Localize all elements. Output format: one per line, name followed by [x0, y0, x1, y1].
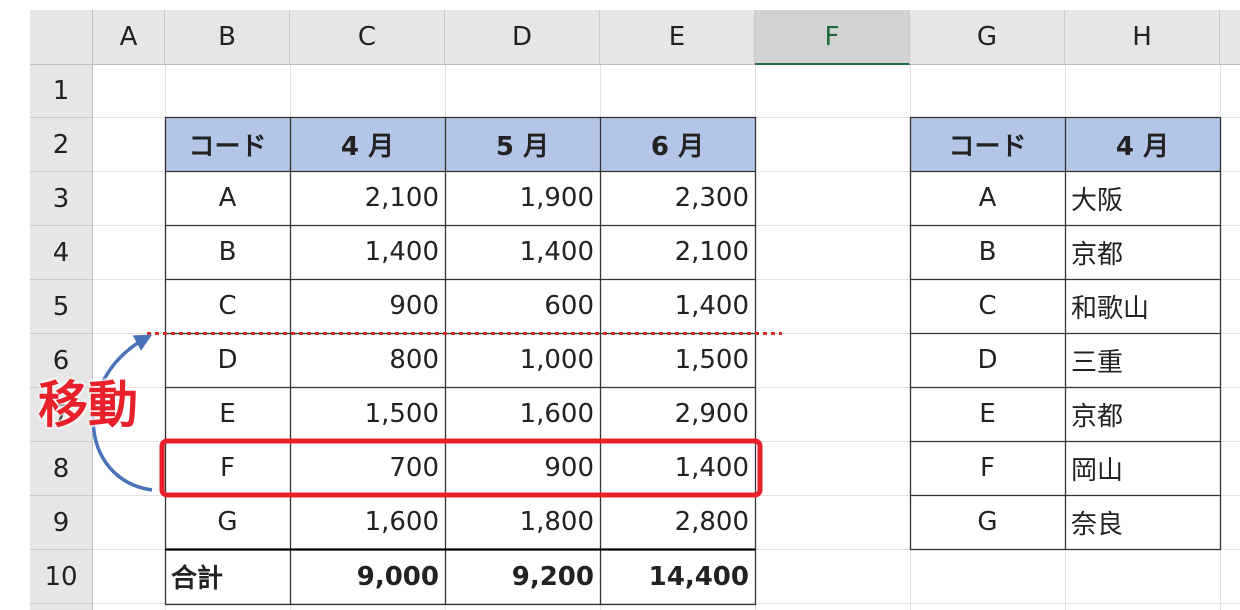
move-annotation-overlay	[91, 332, 782, 498]
move-label: 移動	[38, 376, 138, 434]
spreadsheet: A B C D E F G H 1 2 3 4 5 6 7 8 9 10 コード…	[0, 0, 1240, 610]
row-f-highlight-box	[159, 438, 763, 498]
